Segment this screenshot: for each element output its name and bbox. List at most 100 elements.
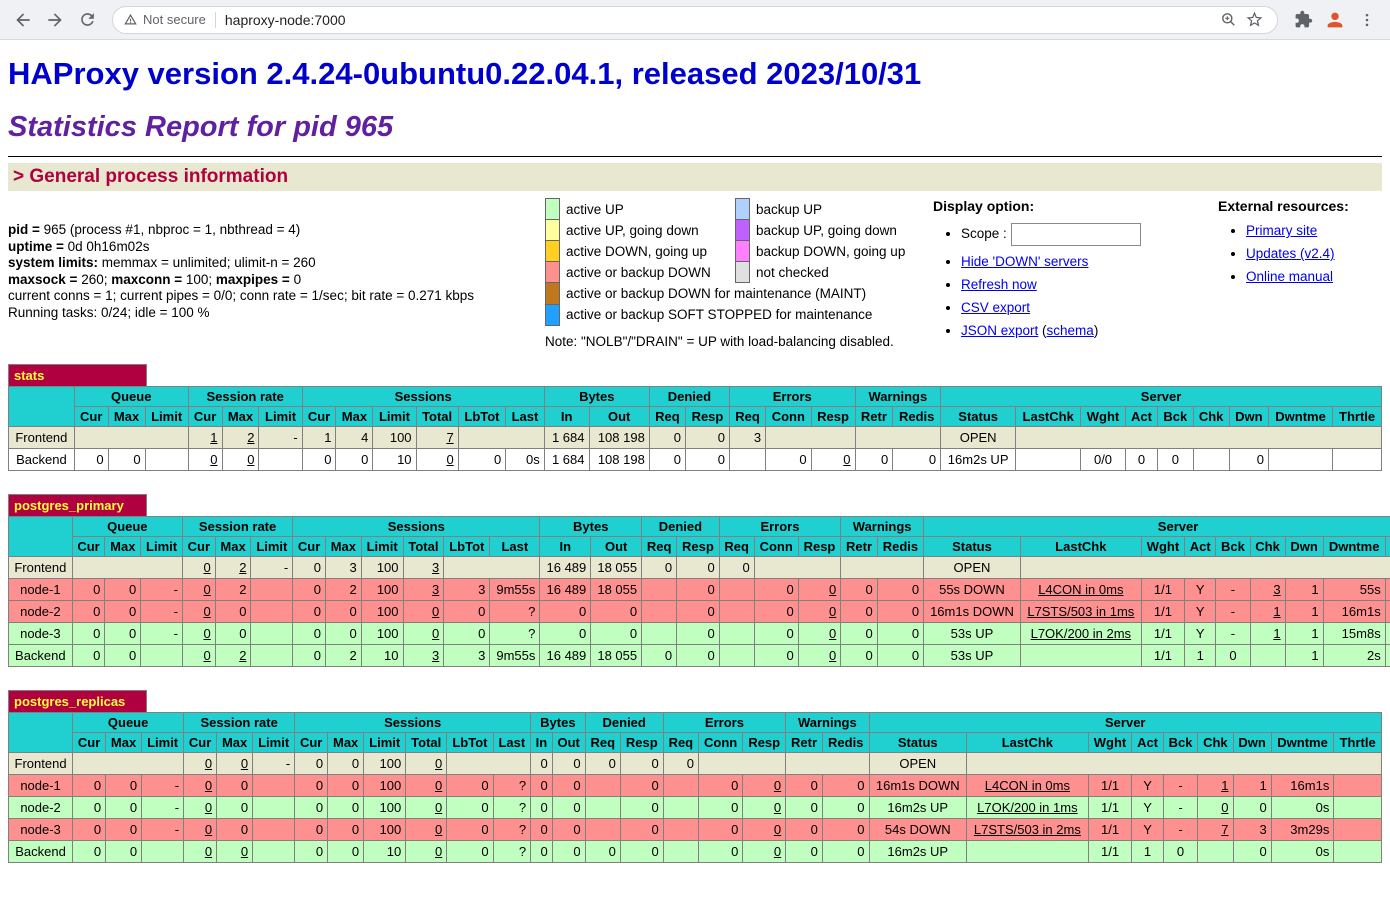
cell: 0 xyxy=(336,448,373,470)
cell: 0s xyxy=(506,448,545,470)
row-label[interactable]: Backend xyxy=(9,644,73,666)
column-header: Resp xyxy=(620,732,663,752)
cell: - xyxy=(142,796,184,818)
cell: 0 xyxy=(73,796,106,818)
column-group-header: Queue xyxy=(72,516,182,536)
column-header: Dwntme xyxy=(1271,732,1334,752)
column-header: Resp xyxy=(743,732,786,752)
column-header: Max xyxy=(222,406,259,426)
cell xyxy=(447,752,531,774)
cell: - xyxy=(142,774,184,796)
link[interactable]: Hide 'DOWN' servers xyxy=(961,254,1088,269)
cell xyxy=(1193,448,1229,470)
legend-label: active DOWN, going up xyxy=(560,241,736,262)
link[interactable]: Online manual xyxy=(1246,269,1333,284)
cell: 16 489 xyxy=(540,578,591,600)
cell: 0 xyxy=(328,818,364,840)
column-header: Retr xyxy=(855,406,893,426)
proxy-section-stats: statsQueueSession rateSessionsBytesDenie… xyxy=(8,364,1382,471)
cell: L7OK/200 in 2ms xyxy=(1020,622,1141,644)
column-group-header: Denied xyxy=(585,712,663,732)
row-label[interactable]: Frontend xyxy=(9,556,73,578)
cell: 0s xyxy=(1271,796,1334,818)
legend-label: backup DOWN, going up xyxy=(750,241,914,262)
cell: 0 xyxy=(677,622,720,644)
row-label[interactable]: node-2 xyxy=(9,600,73,622)
text: current conns = 1; current pipes = 0/0; … xyxy=(8,288,474,303)
warning-icon xyxy=(123,12,138,27)
cell: 0 xyxy=(293,600,326,622)
extensions-icon[interactable] xyxy=(1288,5,1318,35)
cell: 0 xyxy=(447,840,493,862)
row-label[interactable]: Backend xyxy=(9,840,73,862)
row-label[interactable]: Frontend xyxy=(9,752,73,774)
link[interactable]: schema xyxy=(1047,323,1094,338)
forward-button[interactable] xyxy=(40,5,70,35)
page-title[interactable]: HAProxy version 2.4.24-0ubuntu0.22.04.1,… xyxy=(8,56,1382,92)
bold-text: maxpipes = xyxy=(216,272,294,287)
cell xyxy=(1334,796,1382,818)
cell: L4CON in 0ms xyxy=(1020,578,1141,600)
cell: 0 xyxy=(406,840,447,862)
cell: 0 xyxy=(1229,448,1268,470)
column-group-header: Queue xyxy=(74,386,188,406)
security-chip[interactable]: Not secure xyxy=(123,12,215,27)
cell: 0 xyxy=(841,622,878,644)
address-bar[interactable]: Not secure haproxy-node:7000 xyxy=(112,6,1278,34)
profile-avatar[interactable] xyxy=(1320,5,1350,35)
column-header: Act xyxy=(1125,406,1157,426)
cell: 0 xyxy=(217,774,253,796)
reload-button[interactable] xyxy=(72,5,102,35)
proxy-name[interactable]: postgres_primary xyxy=(8,494,147,516)
column-header: Max xyxy=(328,732,364,752)
cell xyxy=(1020,644,1141,666)
cell: 0 xyxy=(855,448,893,470)
cell: 18 055 xyxy=(591,556,642,578)
cell: 0 xyxy=(743,818,786,840)
cell: 1 xyxy=(1250,600,1285,622)
cell: - xyxy=(141,622,183,644)
cell: 0 xyxy=(841,644,878,666)
scope-input[interactable] xyxy=(1011,223,1141,246)
cell: 0 xyxy=(552,774,585,796)
zoom-icon[interactable] xyxy=(1215,7,1241,33)
cell: 0 xyxy=(1125,448,1157,470)
row-label[interactable]: node-3 xyxy=(9,622,73,644)
column-header: Max xyxy=(105,536,141,556)
back-button[interactable] xyxy=(8,5,38,35)
cell: 0 xyxy=(620,840,663,862)
cell: 0 xyxy=(328,774,364,796)
cell: 0 xyxy=(893,448,941,470)
stats-page: HAProxy version 2.4.24-0ubuntu0.22.04.1,… xyxy=(0,40,1390,863)
cell xyxy=(786,752,869,774)
column-header: Req xyxy=(729,406,765,426)
cell xyxy=(1250,644,1285,666)
process-info-line: Running tasks: 0/24; idle = 100 % xyxy=(8,305,545,322)
cell: 0 xyxy=(72,644,105,666)
legend-label: active UP, going down xyxy=(560,220,736,241)
cell: 0 xyxy=(698,796,742,818)
row-label[interactable]: Frontend xyxy=(9,426,75,448)
proxy-name[interactable]: stats xyxy=(8,364,147,386)
cell: 0 xyxy=(444,622,490,644)
link[interactable]: JSON export xyxy=(961,323,1038,338)
back-arrow-icon xyxy=(13,10,33,30)
link[interactable]: Refresh now xyxy=(961,277,1037,292)
link[interactable]: Primary site xyxy=(1246,223,1317,238)
link[interactable]: CSV export xyxy=(961,300,1030,315)
cell: 100 xyxy=(361,600,403,622)
proxy-name[interactable]: postgres_replicas xyxy=(8,690,147,712)
row-label[interactable]: node-2 xyxy=(9,796,73,818)
column-header: LbTot xyxy=(458,406,506,426)
row-label[interactable]: Backend xyxy=(9,448,75,470)
bookmark-star-icon[interactable] xyxy=(1241,7,1267,33)
row-label[interactable]: node-1 xyxy=(9,578,73,600)
row-label[interactable]: node-1 xyxy=(9,774,73,796)
link[interactable]: Updates (v2.4) xyxy=(1246,246,1335,261)
cell: 0 xyxy=(105,622,141,644)
row-label[interactable]: node-3 xyxy=(9,818,73,840)
bold-text: maxsock = xyxy=(8,272,81,287)
column-header: Req xyxy=(585,732,620,752)
column-header: Limit xyxy=(145,406,188,426)
menu-kebab-icon[interactable] xyxy=(1352,5,1382,35)
